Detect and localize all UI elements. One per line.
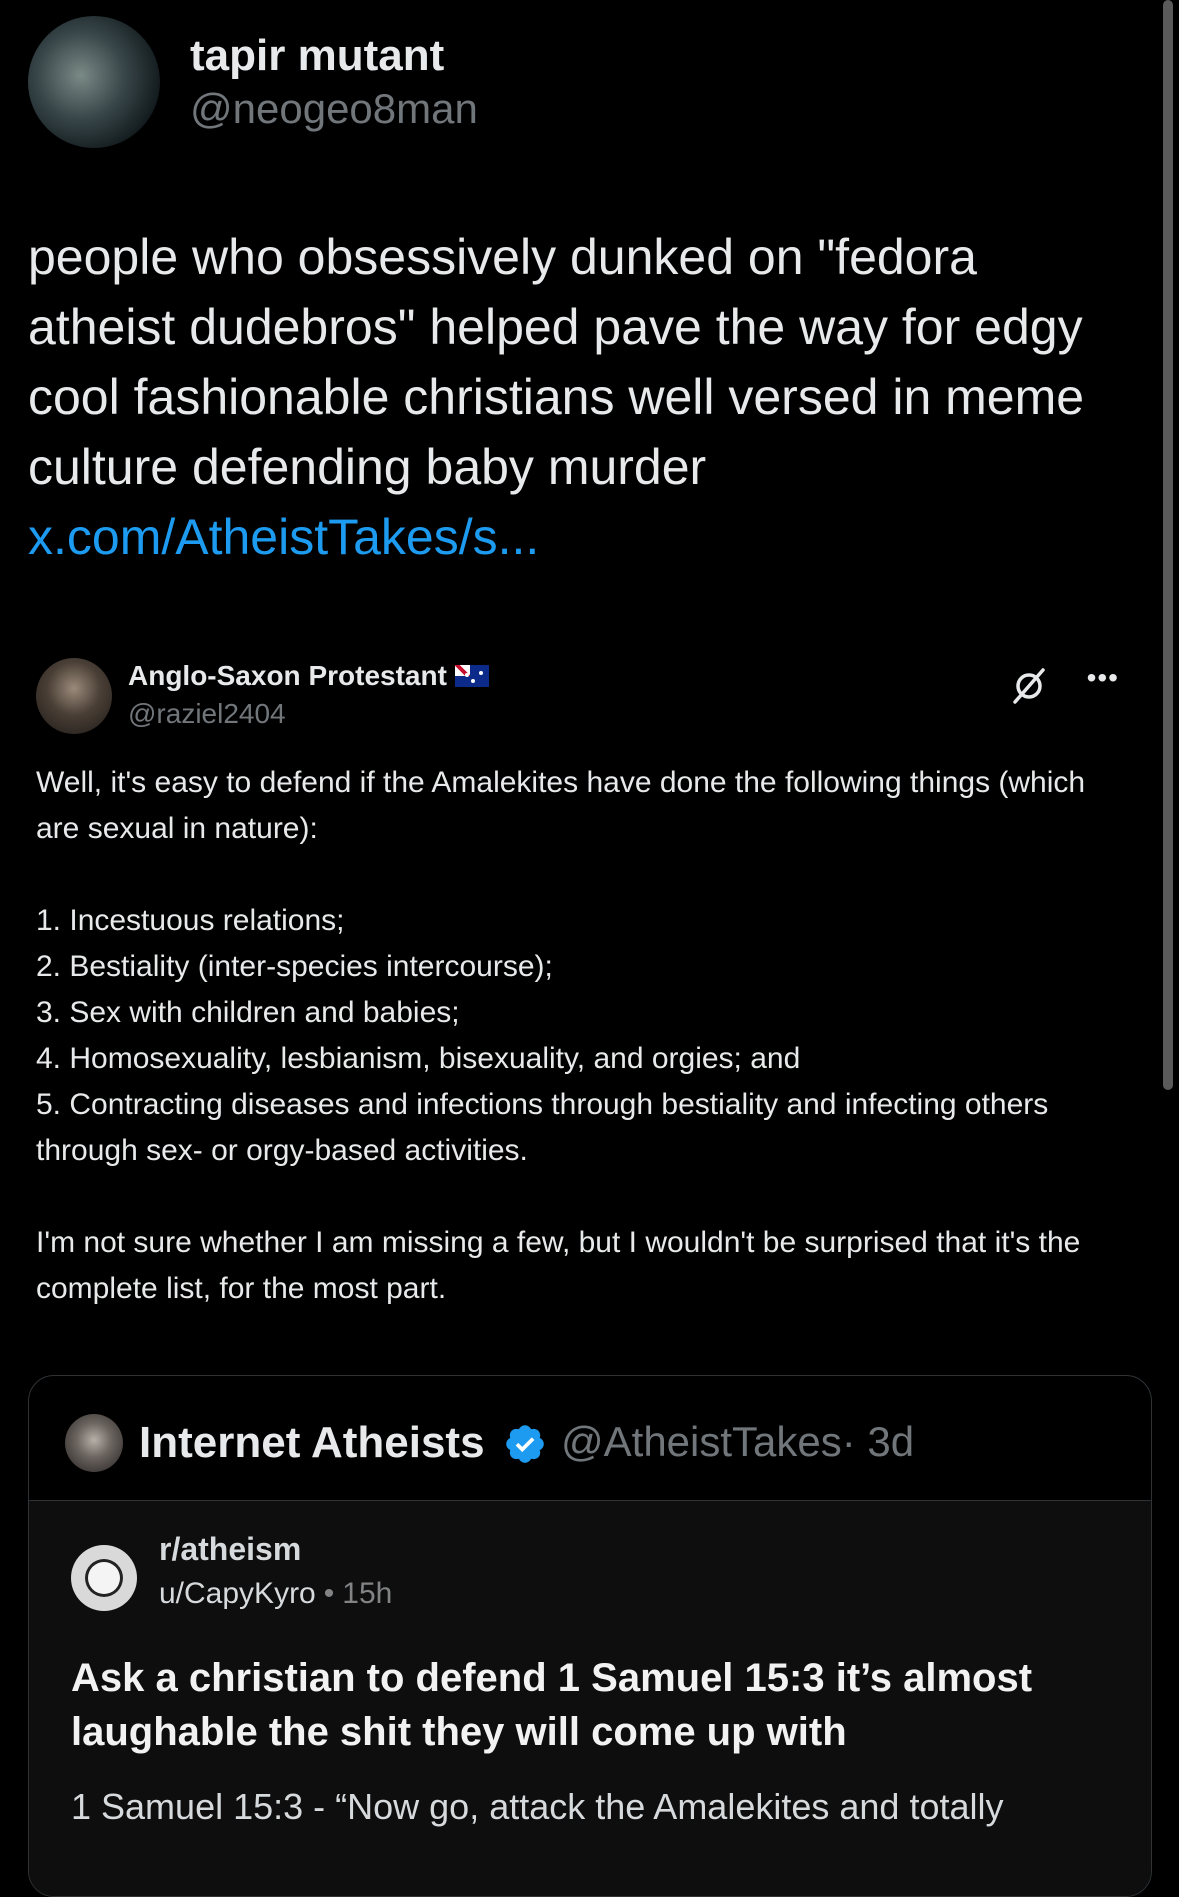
quoted-author-name[interactable]: Anglo-Saxon Protestant (128, 660, 489, 692)
quoted-closing: I'm not sure whether I am missing a few,… (36, 1226, 1081, 1305)
reddit-time: 15h (342, 1577, 393, 1610)
card-time: · 3d (841, 1418, 915, 1465)
reddit-meta: u/CapyKyro • 15h (159, 1577, 392, 1611)
quoted-post-header[interactable]: Anglo-Saxon Protestant @raziel2404 ••• (36, 656, 1119, 736)
australia-flag-icon (454, 665, 489, 687)
reddit-subreddit: r/atheism (159, 1531, 302, 1567)
embedded-quote-card[interactable]: Internet Atheists @AtheistTakes· 3d r/at… (28, 1375, 1152, 1897)
quoted-author-display-name[interactable]: Anglo-Saxon Protestant (128, 660, 447, 691)
quoted-post-body: Well, it's easy to defend if the Amaleki… (36, 760, 1136, 1312)
reddit-post-title: Ask a christian to defend 1 Samuel 15:3 … (71, 1656, 1033, 1754)
card-header[interactable]: Internet Atheists @AtheistTakes· 3d (29, 1376, 1151, 1501)
post-body: people who obsessively dunked on "fedora… (28, 229, 1085, 495)
quoted-author-handle[interactable]: @raziel2404 (128, 698, 286, 730)
card-handle-text[interactable]: @AtheistTakes (561, 1418, 842, 1465)
more-options-icon[interactable]: ••• (1087, 662, 1119, 694)
avatar[interactable] (28, 16, 160, 148)
list-item: 2. Bestiality (inter-species intercourse… (36, 950, 553, 983)
author-handle[interactable]: @neogeo8man (190, 83, 478, 135)
list-item: 4. Homosexuality, lesbianism, bisexualit… (36, 1042, 801, 1075)
quoted-avatar[interactable] (36, 658, 112, 734)
reddit-screenshot: r/atheism u/CapyKyro • 15h Ask a christian… (29, 1501, 1151, 1896)
author-names: tapir mutant @neogeo8man (190, 29, 478, 135)
author-display-name[interactable]: tapir mutant (190, 29, 478, 83)
verified-badge-icon (506, 1425, 544, 1463)
card-author-name[interactable]: Internet Atheists (139, 1418, 485, 1468)
post-text: people who obsessively dunked on "fedora… (28, 222, 1138, 572)
grok-icon[interactable] (1009, 666, 1049, 706)
card-avatar[interactable] (65, 1414, 123, 1472)
reddit-avatar (71, 1545, 137, 1611)
post-link[interactable]: x.com/AtheistTakes/s... (28, 509, 539, 565)
reddit-separator: • (323, 1577, 335, 1610)
quoted-intro: Well, it's easy to defend if the Amaleki… (36, 766, 1086, 845)
list-item: 3. Sex with children and babies; (36, 996, 460, 1029)
post-author[interactable]: tapir mutant @neogeo8man (28, 16, 478, 148)
reddit-user: u/CapyKyro (159, 1577, 316, 1610)
card-author-handle[interactable]: @AtheistTakes· 3d (561, 1418, 914, 1466)
list-item: 5. Contracting diseases and infections t… (36, 1088, 1049, 1167)
list-item: 1. Incestuous relations; (36, 904, 345, 937)
reddit-post-body: 1 Samuel 15:3 - “Now go, attack the Amal… (71, 1786, 1004, 1827)
scrollbar[interactable] (1163, 0, 1173, 1090)
